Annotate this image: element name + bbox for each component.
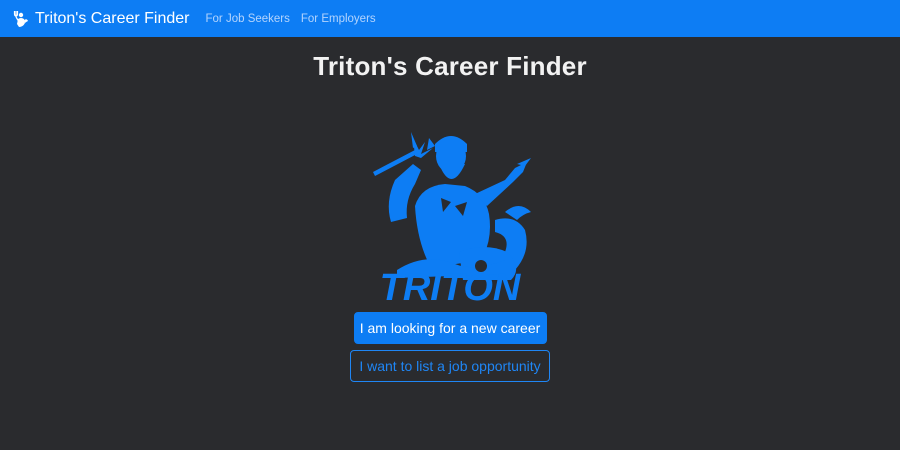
new-career-button[interactable]: I am looking for a new career <box>353 312 547 344</box>
nav-link-job-seekers[interactable]: For Job Seekers <box>206 13 290 25</box>
nav-link-employers[interactable]: For Employers <box>301 13 376 25</box>
main-content: Triton's Career Finder TRITON I am looki… <box>0 37 900 450</box>
triton-icon <box>12 10 30 28</box>
page-title: Triton's Career Finder <box>313 51 587 81</box>
navbar-brand[interactable]: Triton's Career Finder <box>12 10 190 28</box>
navbar-brand-label: Triton's Career Finder <box>35 9 190 27</box>
top-navbar: Triton's Career Finder For Job Seekers F… <box>0 0 900 37</box>
logo-wordmark: TRITON <box>380 267 522 302</box>
list-job-button[interactable]: I want to list a job opportunity <box>350 350 550 382</box>
triton-logo: TRITON <box>355 102 545 302</box>
